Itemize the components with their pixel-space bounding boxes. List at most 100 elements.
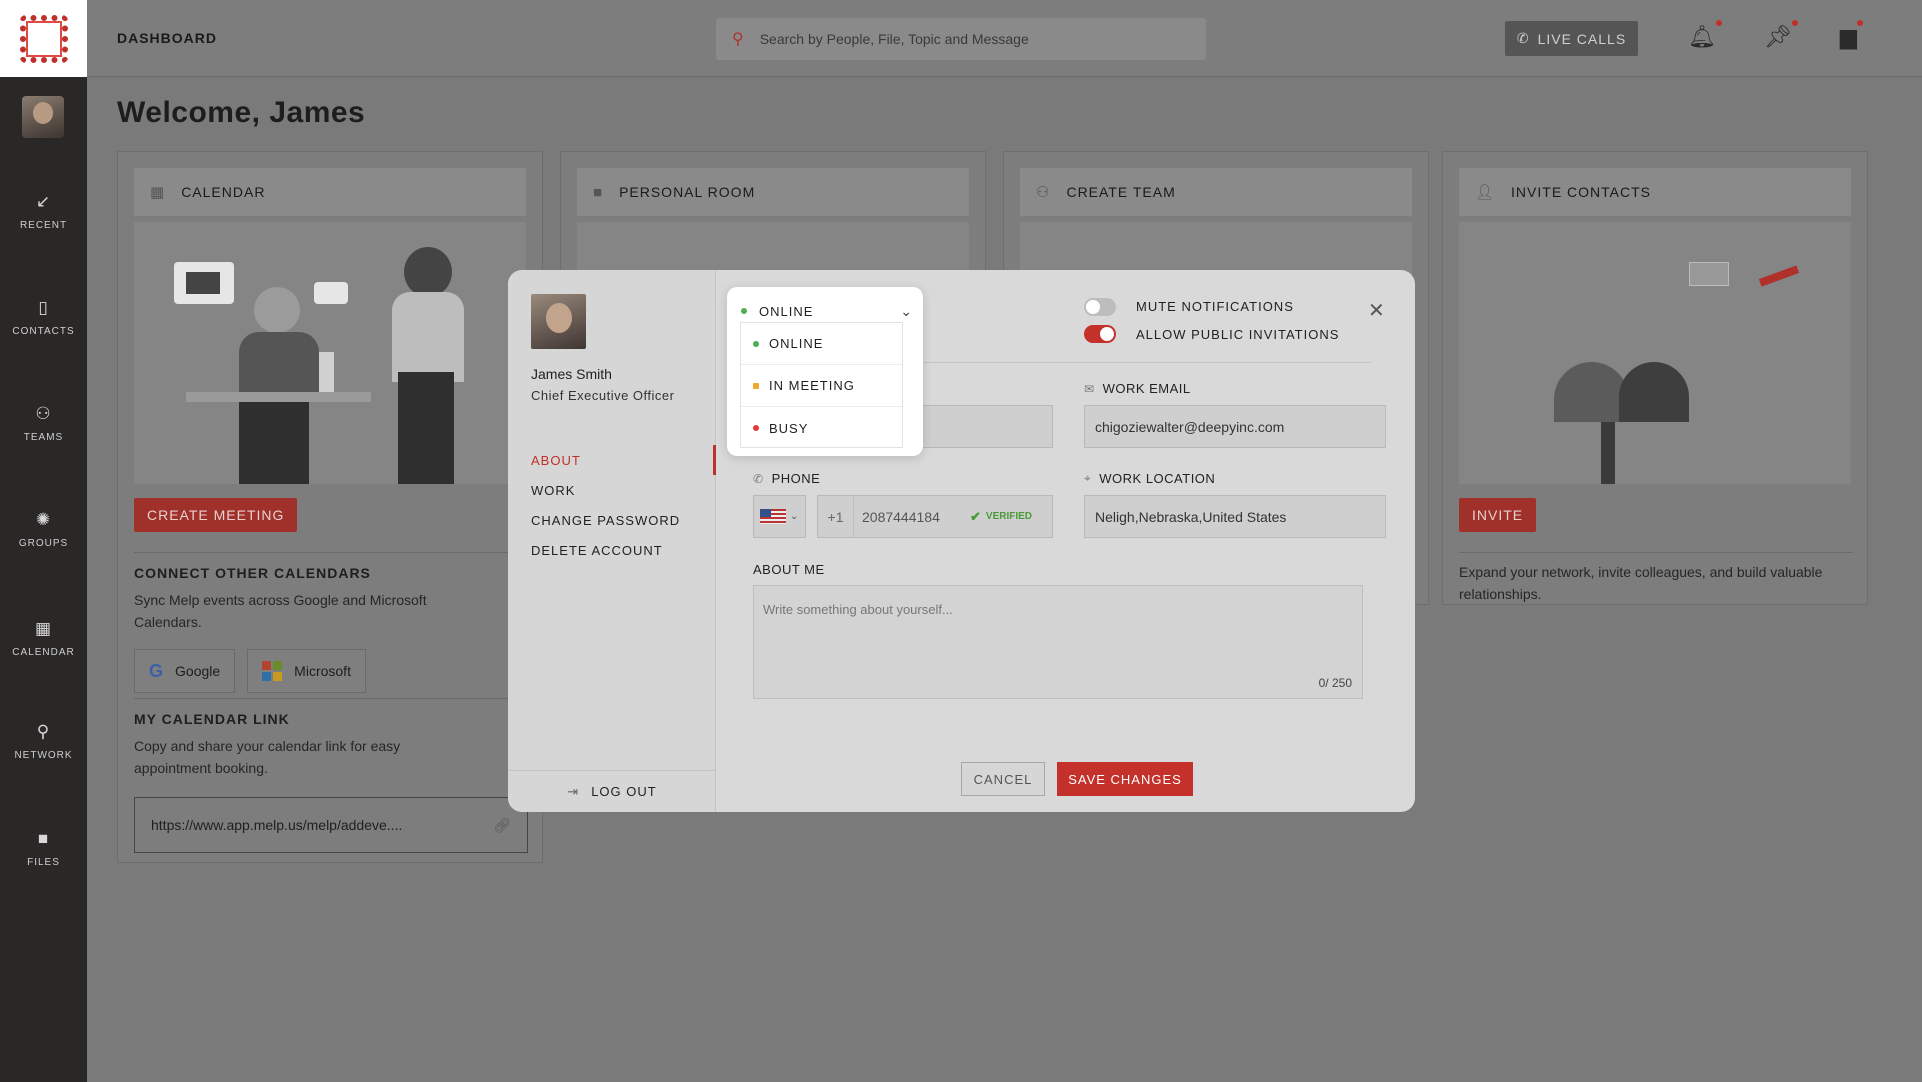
status-option-busy[interactable]: BUSY [741, 407, 902, 449]
busy-dot-icon [753, 425, 759, 431]
profile-sidebar: James Smith Chief Executive Officer ABOU… [508, 270, 716, 812]
create-meeting-button[interactable]: CREATE MEETING [134, 498, 298, 532]
allow-public-invitations-label: ALLOW PUBLIC INVITATIONS [1136, 327, 1340, 342]
calendar-card: ▦ CALENDAR CREATE MEETING CONNECT OTHER … [117, 151, 543, 863]
network-icon: ⚲ [36, 722, 51, 741]
work-email-field[interactable]: chigoziewalter@deepyinc.com [1084, 405, 1386, 448]
profile-name: James Smith [531, 366, 612, 382]
about-me-textarea[interactable]: Write something about yourself... 0/ 250 [753, 585, 1363, 699]
microsoft-label: Microsoft [294, 663, 351, 679]
country-code-select[interactable]: ⌄ [753, 495, 806, 538]
add-user-icon: 👤︎ [1475, 184, 1496, 201]
sidebar-item-label: FILES [27, 857, 60, 868]
notification-dot [1715, 20, 1722, 26]
arrow-down-left-icon: ↙ [35, 192, 52, 211]
profile-avatar[interactable] [531, 294, 586, 349]
logout-button[interactable]: ⇥ LOG OUT [508, 770, 716, 812]
work-location-label: ⌖ WORK LOCATION [1084, 471, 1215, 486]
calendar-icon: ▦ [34, 619, 53, 638]
phone-number-value: 2087444184 [862, 508, 940, 525]
invite-row: INVITE [1459, 498, 1537, 532]
work-email-value: chigoziewalter@deepyinc.com [1095, 418, 1285, 435]
menu-item-work[interactable]: WORK [531, 483, 575, 498]
verified-badge: ✔ VERIFIED [970, 509, 1032, 525]
sidebar-item-groups[interactable]: ✺ GROUPS [0, 510, 87, 549]
allow-public-invitations-toggle[interactable] [1084, 325, 1116, 343]
chat-icon[interactable]: ▆ [1840, 20, 1863, 50]
sidebar-item-calendar[interactable]: ▦ CALENDAR [0, 619, 87, 658]
sidebar-item-files[interactable]: ■ FILES [0, 829, 87, 868]
work-email-label: ✉ WORK EMAIL [1084, 381, 1191, 396]
online-dot-icon [753, 340, 759, 347]
profile-modal: James Smith Chief Executive Officer ABOU… [508, 270, 1415, 812]
sidebar-item-recent[interactable]: ↙ RECENT [0, 192, 87, 231]
bell-icon[interactable]: 🔔︎ [1688, 20, 1722, 50]
microsoft-icon [262, 661, 283, 681]
about-me-counter: 0/ 250 [1318, 676, 1352, 690]
calendar-link-box[interactable]: https://www.app.melp.us/melp/addeve.... … [134, 797, 528, 853]
toggle-knob [1100, 327, 1114, 341]
calendar-illustration [134, 222, 526, 484]
work-location-label-text: WORK LOCATION [1099, 471, 1216, 486]
app-logo[interactable] [0, 0, 87, 77]
sidebar-item-label: RECENT [19, 220, 68, 231]
microsoft-calendar-button[interactable]: Microsoft [247, 649, 366, 693]
phone-icon: ✆ [1516, 30, 1530, 46]
mute-notifications-toggle[interactable] [1084, 298, 1116, 316]
phone-label: ✆ PHONE [753, 471, 820, 486]
sidebar-item-label: GROUPS [18, 538, 69, 549]
save-changes-button[interactable]: SAVE CHANGES [1057, 762, 1193, 796]
logout-label: LOG OUT [591, 784, 657, 799]
sidebar-item-teams[interactable]: ⚇ TEAMS [0, 404, 87, 443]
status-option-online[interactable]: ONLINE [741, 323, 902, 365]
logo-mark [19, 14, 68, 63]
sidebar-item-label: CONTACTS [12, 326, 75, 337]
invite-button[interactable]: INVITE [1459, 498, 1537, 532]
status-option-in-meeting[interactable]: IN MEETING [741, 365, 902, 407]
sidebar: ↙ RECENT ▯ CONTACTS ⚇ TEAMS ✺ GROUPS ▦ C… [0, 0, 87, 1082]
sidebar-item-network[interactable]: ⚲ NETWORK [0, 722, 87, 761]
sidebar-item-contacts[interactable]: ▯ CONTACTS [0, 298, 87, 337]
calendar-link-value: https://www.app.melp.us/melp/addeve.... [151, 817, 403, 833]
search-bar[interactable]: ⚲ [716, 18, 1206, 60]
connect-calendars-desc: Sync Melp events across Google and Micro… [134, 592, 427, 630]
link-icon[interactable]: 🔗︎ [493, 817, 511, 834]
status-select[interactable]: ONLINE ⌄ [741, 297, 913, 325]
notification-dot [1856, 20, 1863, 26]
menu-item-delete-account[interactable]: DELETE ACCOUNT [531, 543, 663, 558]
status-selected-value: ONLINE [759, 303, 814, 319]
live-calls-button[interactable]: ✆ LIVE CALLS [1505, 21, 1638, 56]
search-icon: ⚲ [732, 31, 744, 48]
phone-icon: ✆ [753, 471, 764, 486]
invite-desc: Expand your network, invite colleagues, … [1459, 564, 1823, 602]
about-me-label: ABOUT ME [753, 562, 825, 577]
live-calls-label: LIVE CALLS [1537, 30, 1627, 47]
invite-desc-section: Expand your network, invite colleagues, … [1459, 552, 1853, 605]
work-location-field[interactable]: Neligh,Nebraska,United States [1084, 495, 1386, 538]
cancel-button[interactable]: CANCEL [961, 762, 1045, 796]
video-icon: ■ [593, 183, 604, 201]
chevron-down-icon: ⌄ [900, 302, 913, 319]
page-title: DASHBOARD [117, 30, 217, 46]
google-calendar-button[interactable]: G Google [134, 649, 236, 693]
sidebar-item-label: TEAMS [23, 432, 64, 443]
status-option-label: ONLINE [769, 336, 824, 351]
menu-item-change-password[interactable]: CHANGE PASSWORD [531, 513, 680, 528]
check-circle-icon: ✔ [970, 508, 981, 524]
menu-item-about[interactable]: ABOUT [531, 453, 581, 468]
pin-icon[interactable]: 📌︎ [1764, 20, 1798, 50]
teams-icon: ⚇ [35, 404, 52, 423]
card-header: ■ PERSONAL ROOM [577, 168, 969, 216]
connect-calendars-section: CONNECT OTHER CALENDARS Sync Melp events… [134, 552, 528, 693]
close-icon[interactable]: ✕ [1368, 298, 1385, 323]
invite-contacts-card: 👤︎ INVITE CONTACTS INVITE Expand your ne… [1442, 151, 1868, 605]
profile-role: Chief Executive Officer [531, 388, 675, 403]
folder-icon: ■ [37, 829, 50, 848]
work-location-value: Neligh,Nebraska,United States [1095, 508, 1287, 525]
chevron-down-icon: ⌄ [790, 511, 799, 522]
mute-notifications-label: MUTE NOTIFICATIONS [1136, 299, 1294, 314]
phone-number-field[interactable]: +1 2087444184 ✔ VERIFIED [817, 495, 1053, 538]
search-input[interactable] [759, 31, 1160, 47]
sidebar-avatar[interactable] [22, 96, 64, 138]
connect-calendars-title: CONNECT OTHER CALENDARS [134, 565, 371, 581]
